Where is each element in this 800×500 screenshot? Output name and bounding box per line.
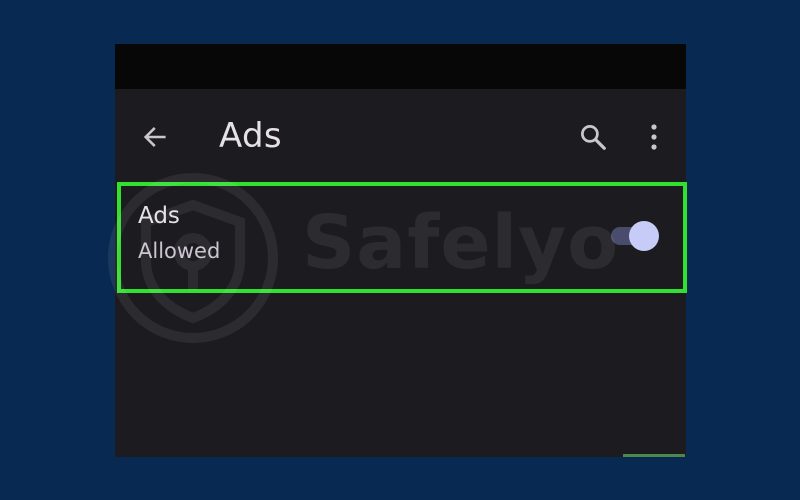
status-bar (115, 44, 686, 89)
search-button[interactable] (573, 117, 613, 157)
back-button[interactable] (137, 119, 173, 155)
app-bar: Ads (115, 89, 686, 181)
more-vert-icon (651, 124, 657, 150)
ads-setting-row[interactable]: Ads Allowed (115, 181, 686, 291)
arrow-back-icon (143, 127, 166, 147)
setting-subtitle: Allowed (138, 239, 221, 263)
page-title: Ads (219, 116, 282, 156)
toggle-thumb (629, 221, 659, 251)
setting-title: Ads (138, 203, 180, 229)
phone-screen: Ads Ads Allowed (115, 44, 686, 457)
more-options-button[interactable] (637, 117, 671, 157)
accent-strip (623, 454, 685, 457)
ads-toggle-switch[interactable] (609, 219, 659, 253)
search-icon (581, 125, 606, 150)
